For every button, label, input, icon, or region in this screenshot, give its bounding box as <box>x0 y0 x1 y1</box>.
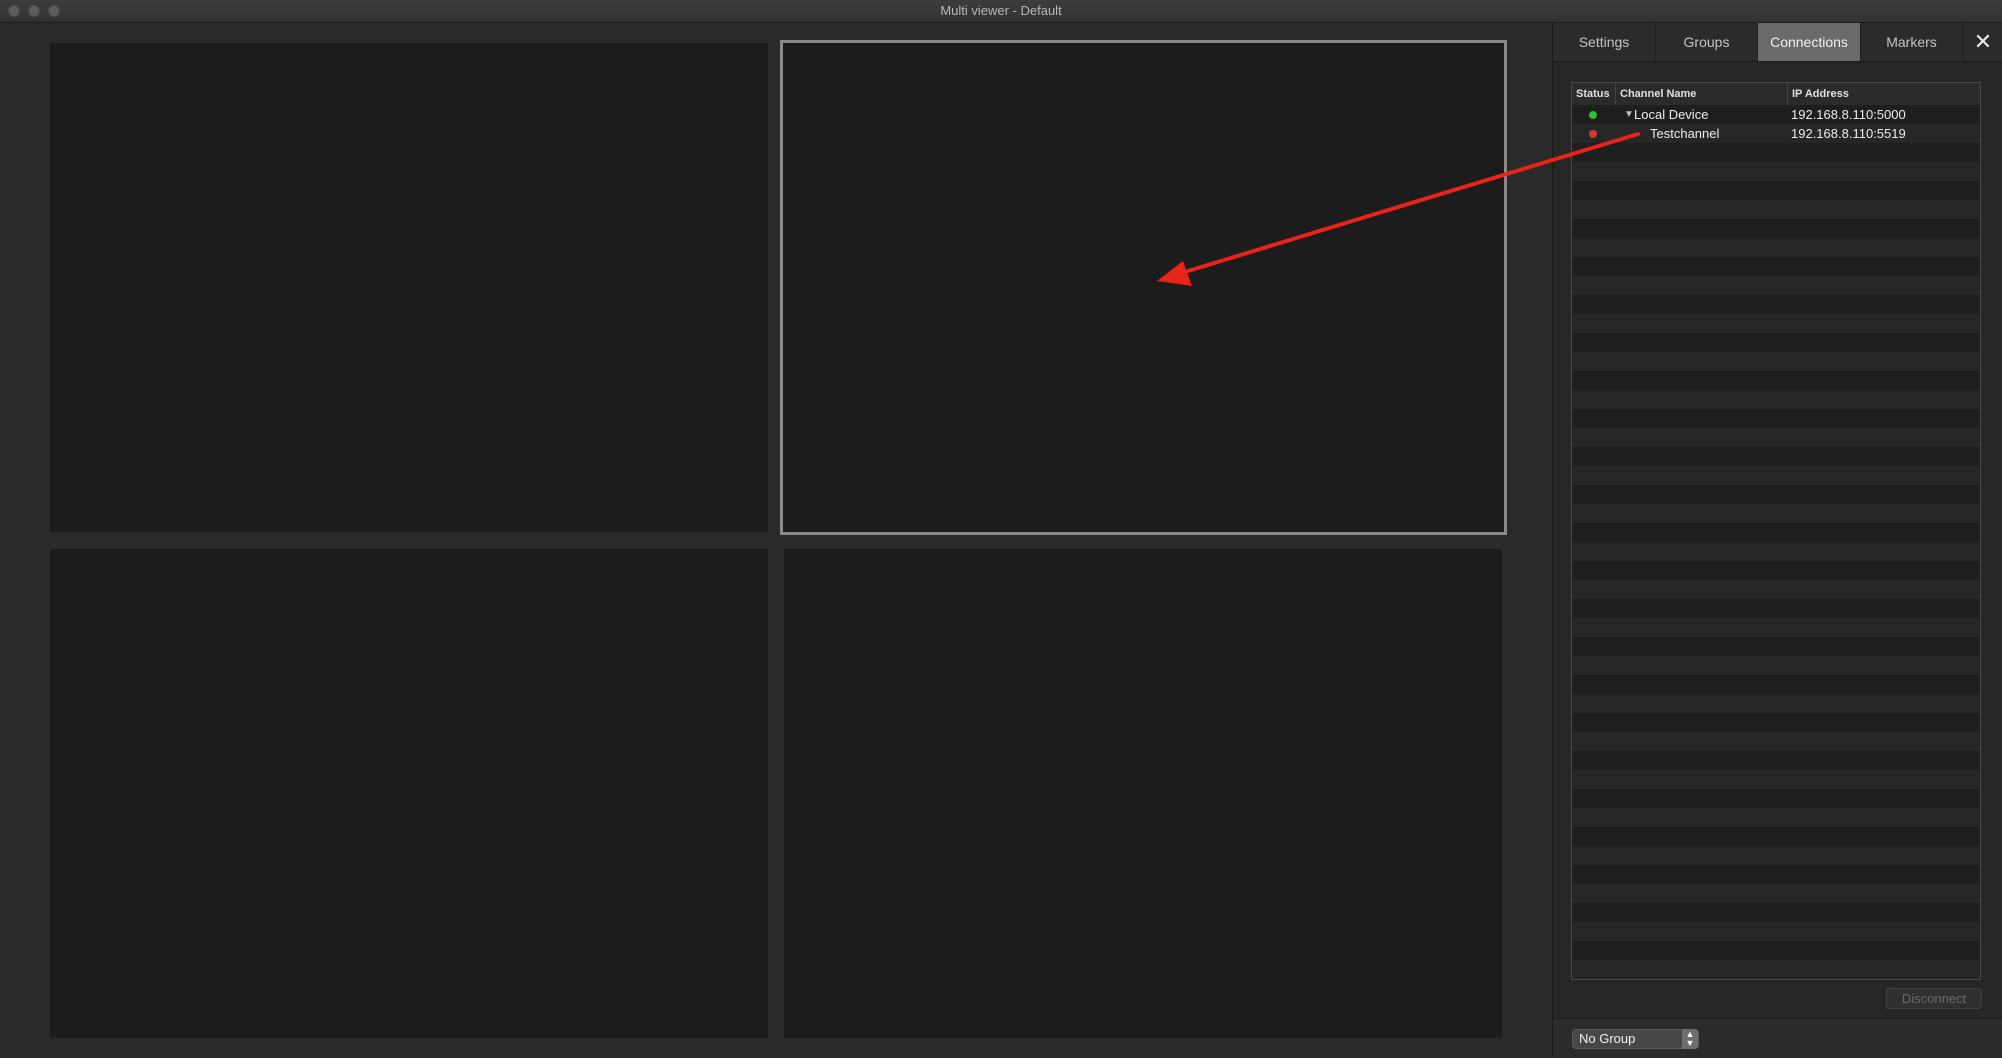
viewer-pane-bottom-left[interactable] <box>50 549 768 1038</box>
tab-markers[interactable]: Markers <box>1861 23 1963 61</box>
table-body: ▼ Local Device 192.168.8.110:5000 Testch… <box>1572 105 1980 979</box>
tab-groups[interactable]: Groups <box>1656 23 1758 61</box>
group-select[interactable]: No Group ▲ ▼ <box>1572 1029 1699 1049</box>
bottom-bar: No Group ▲ ▼ <box>1553 1018 2002 1058</box>
group-select-value: No Group <box>1579 1031 1636 1046</box>
table-header: Status Channel Name IP Address <box>1572 83 1980 106</box>
column-header-channel-name[interactable]: Channel Name <box>1616 83 1788 105</box>
window-title: Multi viewer - Default <box>940 3 1062 18</box>
status-disconnected-icon <box>1589 130 1597 138</box>
ip-address: 192.168.8.110:5000 <box>1791 107 1906 122</box>
viewer-pane-bottom-right[interactable] <box>784 549 1502 1038</box>
table-row-local-device[interactable]: ▼ Local Device 192.168.8.110:5000 <box>1572 105 1980 124</box>
column-header-ip-address[interactable]: IP Address <box>1788 83 1980 105</box>
close-panel-icon[interactable]: ✕ <box>1963 23 2002 61</box>
status-connected-icon <box>1589 111 1597 119</box>
disconnect-button[interactable]: Disconnect <box>1886 988 1982 1009</box>
connections-table: Status Channel Name IP Address ▼ Local D… <box>1571 82 1981 980</box>
tab-settings[interactable]: Settings <box>1553 23 1656 61</box>
table-row-testchannel[interactable]: Testchannel 192.168.8.110:5519 <box>1572 124 1980 143</box>
channel-name: Testchannel <box>1650 126 1720 141</box>
column-header-status[interactable]: Status <box>1572 83 1616 105</box>
tab-connections[interactable]: Connections <box>1758 23 1861 61</box>
app-window: Multi viewer - Default Settings Groups C… <box>0 0 2002 1058</box>
disclosure-triangle-icon[interactable]: ▼ <box>1624 105 1634 124</box>
select-stepper-icon: ▲ ▼ <box>1682 1029 1698 1049</box>
channel-name: Local Device <box>1634 107 1709 122</box>
viewer-grid <box>0 23 1548 1057</box>
viewer-pane-top-right[interactable] <box>780 40 1507 535</box>
viewer-pane-top-left[interactable] <box>50 43 768 532</box>
ip-address: 192.168.8.110:5519 <box>1791 126 1906 141</box>
panel-tabs: Settings Groups Connections Markers ✕ <box>1553 23 2002 62</box>
side-panel: Settings Groups Connections Markers ✕ St… <box>1552 23 2002 1058</box>
title-bar: Multi viewer - Default <box>0 0 2002 23</box>
